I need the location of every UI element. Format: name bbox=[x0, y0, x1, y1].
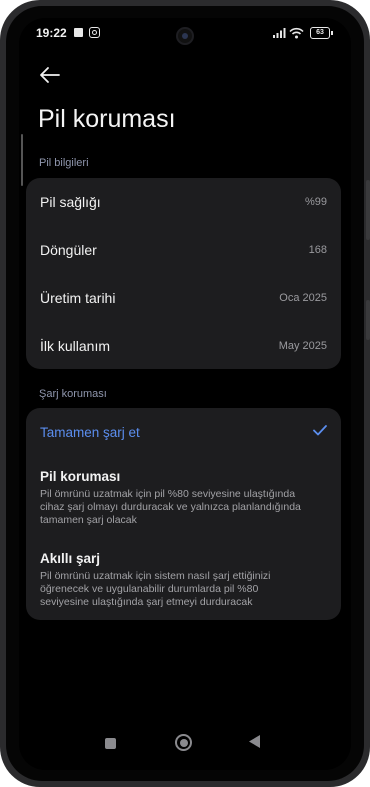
battery-icon: 63 bbox=[310, 27, 333, 39]
status-bar: 19:22 63 bbox=[19, 18, 351, 48]
info-label: Döngüler bbox=[40, 242, 97, 258]
option-description: Pil ömrünü uzatmak için pil %80 seviyesi… bbox=[40, 488, 301, 526]
back-triangle-icon[interactable] bbox=[248, 734, 261, 749]
volume-button bbox=[366, 180, 370, 240]
scroll-indicator bbox=[21, 134, 23, 186]
option-title: Tamamen şarj et bbox=[40, 425, 140, 440]
front-camera bbox=[176, 27, 194, 45]
instagram-notification-icon bbox=[89, 27, 100, 38]
signal-icon bbox=[273, 28, 286, 38]
status-time: 19:22 bbox=[36, 26, 67, 40]
option-title: Pil koruması bbox=[40, 469, 121, 484]
home-button[interactable] bbox=[175, 734, 192, 751]
page-title: Pil koruması bbox=[38, 105, 176, 133]
power-button bbox=[366, 300, 370, 340]
option-smart-charging[interactable]: Akıllı şarj Pil ömrünü uzatmak için sist… bbox=[26, 542, 341, 620]
option-full-charge[interactable]: Tamamen şarj et bbox=[26, 408, 341, 456]
info-label: Pil sağlığı bbox=[40, 194, 101, 210]
notification-square-icon bbox=[74, 28, 83, 37]
check-icon bbox=[313, 425, 327, 436]
section-label-battery-info: Pil bilgileri bbox=[39, 157, 89, 169]
info-value: May 2025 bbox=[278, 340, 327, 352]
info-value: 168 bbox=[308, 244, 327, 256]
info-value: %99 bbox=[304, 196, 327, 208]
cycles-row: Döngüler 168 bbox=[26, 226, 341, 274]
option-battery-protection[interactable]: Pil koruması Pil ömrünü uzatmak için pil… bbox=[26, 460, 341, 540]
manufacture-date-row: Üretim tarihi Oca 2025 bbox=[26, 274, 341, 322]
screen: 19:22 63 Pil koruması Pil bilgileri Pil … bbox=[19, 18, 351, 770]
back-button[interactable] bbox=[35, 62, 65, 88]
arrow-left-icon bbox=[40, 67, 60, 83]
recents-button[interactable] bbox=[105, 738, 116, 749]
first-use-row: İlk kullanım May 2025 bbox=[26, 322, 341, 370]
battery-info-card: Pil sağlığı %99 Döngüler 168 Üretim tari… bbox=[26, 178, 341, 369]
battery-health-row: Pil sağlığı %99 bbox=[26, 178, 341, 226]
wifi-icon bbox=[289, 27, 304, 39]
phone-frame: 19:22 63 Pil koruması Pil bilgileri Pil … bbox=[0, 0, 370, 787]
option-title: Akıllı şarj bbox=[40, 551, 101, 566]
option-description: Pil ömrünü uzatmak için sistem nasıl şar… bbox=[40, 570, 271, 608]
info-label: İlk kullanım bbox=[40, 338, 111, 354]
info-value: Oca 2025 bbox=[279, 292, 327, 304]
section-label-charge-protection: Şarj koruması bbox=[39, 388, 107, 400]
info-label: Üretim tarihi bbox=[40, 290, 116, 306]
charge-protection-card: Tamamen şarj et Pil koruması Pil ömrünü … bbox=[26, 408, 341, 620]
